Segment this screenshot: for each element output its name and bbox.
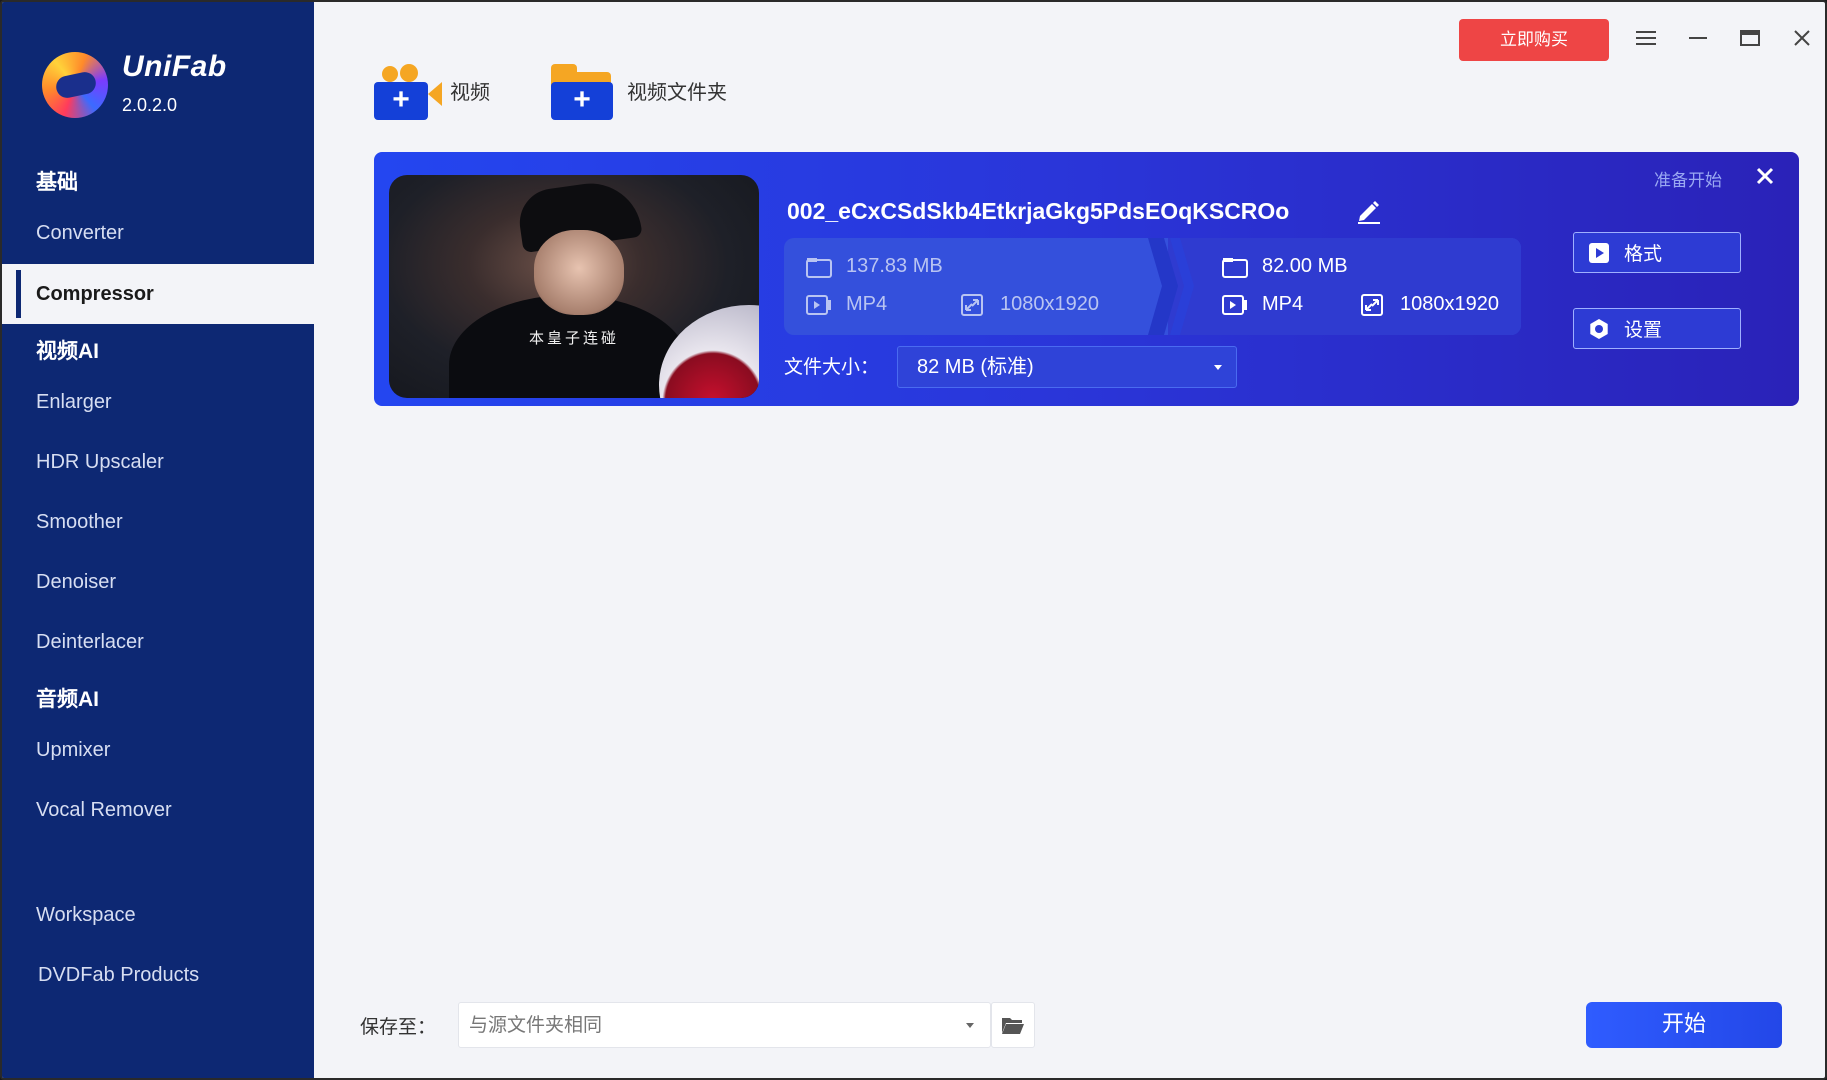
sidebar-item-upmixer[interactable]: Upmixer <box>2 720 314 780</box>
menu-icon[interactable] <box>1628 22 1664 58</box>
edit-icon[interactable] <box>1354 196 1382 224</box>
nav-section-video-ai: 视频AI <box>36 340 99 363</box>
sidebar-item-workspace[interactable]: Workspace <box>2 885 314 945</box>
settings-button-label: 设置 <box>1624 319 1663 341</box>
status-text: 准备开始 <box>1654 171 1722 191</box>
sidebar-item-converter[interactable]: Converter <box>2 203 314 263</box>
chevron-down-icon <box>966 1023 974 1028</box>
format-button-label: 格式 <box>1624 243 1663 265</box>
folder-icon <box>806 257 832 278</box>
unifab-logo-icon <box>42 52 108 118</box>
source-size: 137.83 MB <box>806 255 943 278</box>
gear-icon <box>1590 318 1608 339</box>
add-video-button[interactable]: + 视频 <box>374 60 490 120</box>
sidebar: UniFab 2.0.2.0 基础 Converter Compressor 视… <box>2 2 314 1078</box>
output-resolution-value: 1080x1920 <box>1400 293 1499 315</box>
sidebar-item-enlarger[interactable]: Enlarger <box>2 372 314 432</box>
arrow-separator-icon-2 <box>1170 238 1194 335</box>
output-size-value: 82.00 MB <box>1262 255 1348 277</box>
save-path-value: 与源文件夹相同 <box>469 1014 603 1036</box>
sidebar-item-compressor[interactable]: Compressor <box>2 264 314 324</box>
app-window: UniFab 2.0.2.0 基础 Converter Compressor 视… <box>0 0 1827 1080</box>
sidebar-item-hdr-upscaler[interactable]: HDR Upscaler <box>2 432 314 492</box>
close-icon[interactable] <box>1784 22 1820 58</box>
source-format: MP4 <box>806 293 887 316</box>
app-name: UniFab <box>122 50 227 83</box>
add-folder-button[interactable]: + 视频文件夹 <box>551 60 727 120</box>
source-resolution-value: 1080x1920 <box>1000 293 1099 315</box>
save-to-label: 保存至： <box>360 1016 437 1038</box>
source-format-value: MP4 <box>846 293 888 315</box>
resolution-icon <box>1361 293 1383 316</box>
media-info-panel: 137.83 MB MP4 1080x1920 82.00 MB MP4 108… <box>784 238 1521 335</box>
thumbnail-caption: 本皇子连碰 <box>528 329 619 347</box>
sidebar-item-smoother[interactable]: Smoother <box>2 492 314 552</box>
sidebar-item-dvdfab-products[interactable]: DVDFab Products <box>2 945 314 1005</box>
settings-button[interactable]: 设置 <box>1573 308 1741 349</box>
source-size-value: 137.83 MB <box>846 255 943 277</box>
task-card: 本皇子连碰 002_eCxCSdSkb4EtkrjaGkg5PdsEOqKSCR… <box>374 152 1799 406</box>
source-resolution: 1080x1920 <box>960 293 1099 316</box>
sidebar-item-denoiser[interactable]: Denoiser <box>2 552 314 612</box>
add-folder-icon: + <box>551 60 617 120</box>
browse-folder-button[interactable] <box>991 1002 1035 1048</box>
output-size: 82.00 MB <box>1222 255 1348 278</box>
app-version: 2.0.2.0 <box>122 95 178 115</box>
video-format-icon <box>806 294 831 315</box>
maximize-icon[interactable] <box>1732 22 1768 58</box>
resolution-icon <box>961 293 983 316</box>
output-resolution: 1080x1920 <box>1360 293 1499 316</box>
remove-task-close-icon[interactable] <box>1750 162 1780 192</box>
add-video-label: 视频 <box>450 79 490 104</box>
nav-section-basic: 基础 <box>36 171 78 194</box>
file-name: 002_eCxCSdSkb4EtkrjaGkg5PdsEOqKSCROo <box>787 198 1290 224</box>
save-path-select[interactable]: 与源文件夹相同 <box>458 1002 991 1048</box>
chevron-down-icon <box>1214 365 1222 370</box>
nav-section-audio-ai: 音频AI <box>36 688 99 711</box>
play-format-icon <box>1589 242 1609 263</box>
video-format-icon <box>1222 294 1247 315</box>
output-format: MP4 <box>1222 293 1303 316</box>
output-format-value: MP4 <box>1262 293 1304 315</box>
sidebar-item-deinterlacer[interactable]: Deinterlacer <box>2 612 314 672</box>
buy-now-button[interactable]: 立即购买 <box>1459 19 1609 61</box>
file-size-select[interactable]: 82 MB (标准) <box>897 346 1237 388</box>
open-folder-icon <box>1002 1018 1024 1034</box>
folder-icon <box>1222 257 1248 278</box>
minimize-icon[interactable] <box>1680 22 1716 58</box>
add-video-icon: + <box>374 60 442 120</box>
file-size-label: 文件大小： <box>784 356 880 378</box>
file-size-selected-value: 82 MB (标准) <box>917 356 1034 378</box>
video-thumbnail[interactable]: 本皇子连碰 <box>389 175 759 398</box>
sidebar-item-vocal-remover[interactable]: Vocal Remover <box>2 780 314 840</box>
format-button[interactable]: 格式 <box>1573 232 1741 273</box>
start-button[interactable]: 开始 <box>1586 1002 1782 1048</box>
add-folder-label: 视频文件夹 <box>627 79 727 104</box>
